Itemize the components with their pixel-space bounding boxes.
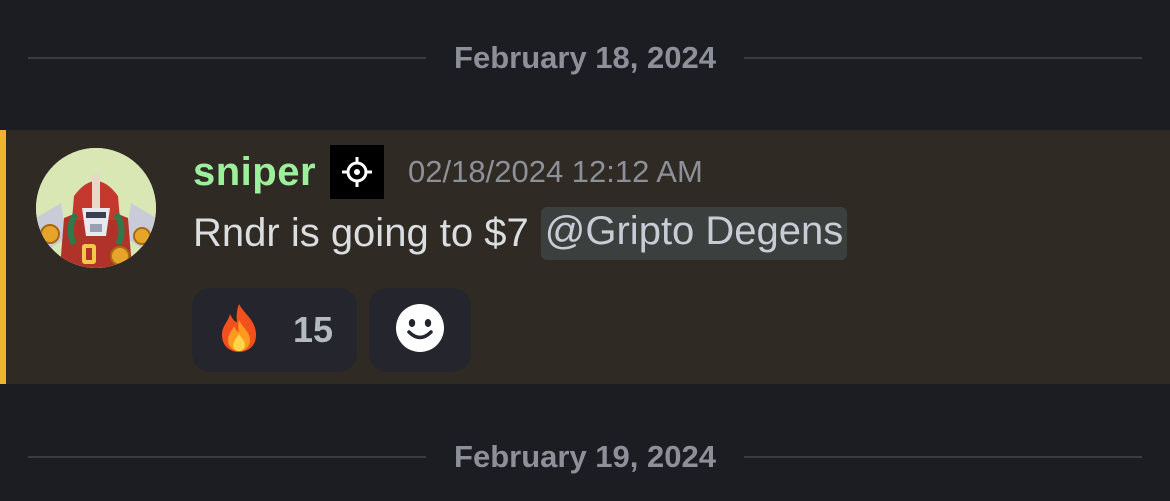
username[interactable]: sniper (193, 150, 316, 195)
divider-line (28, 57, 427, 59)
reactions-bar: 15 (192, 288, 471, 372)
date-divider: February 18, 2024 (28, 38, 1143, 78)
date-divider: February 19, 2024 (28, 437, 1143, 477)
avatar[interactable] (36, 148, 156, 268)
message-text: Rndr is going to $7 (193, 210, 529, 255)
divider-line (743, 456, 1143, 458)
divider-line (28, 456, 427, 458)
date-divider-label: February 18, 2024 (454, 40, 716, 75)
message-header: sniper 02/18/2024 12:12 AM (193, 142, 703, 202)
divider-line (743, 57, 1143, 59)
message[interactable]: sniper 02/18/2024 12:12 AM Rndr is going… (0, 130, 1170, 384)
fire-icon (216, 302, 262, 359)
role-mention[interactable]: @Gripto Degens (540, 206, 848, 260)
message-timestamp: 02/18/2024 12:12 AM (408, 154, 703, 189)
add-reaction-button[interactable] (369, 288, 471, 372)
mention-highlight-bar (0, 130, 6, 384)
robot-avatar-icon (36, 148, 156, 268)
message-content: Rndr is going to $7 @Gripto Degens (193, 202, 848, 264)
date-divider-label: February 19, 2024 (454, 439, 716, 474)
crosshair-icon[interactable] (330, 145, 385, 199)
reaction-count: 15 (292, 309, 333, 350)
chat-view: February 18, 2024 sniper 02/18/2024 12:1… (0, 0, 1170, 501)
reaction-fire[interactable]: 15 (192, 288, 357, 372)
add-reaction-smiley-icon (395, 303, 445, 358)
